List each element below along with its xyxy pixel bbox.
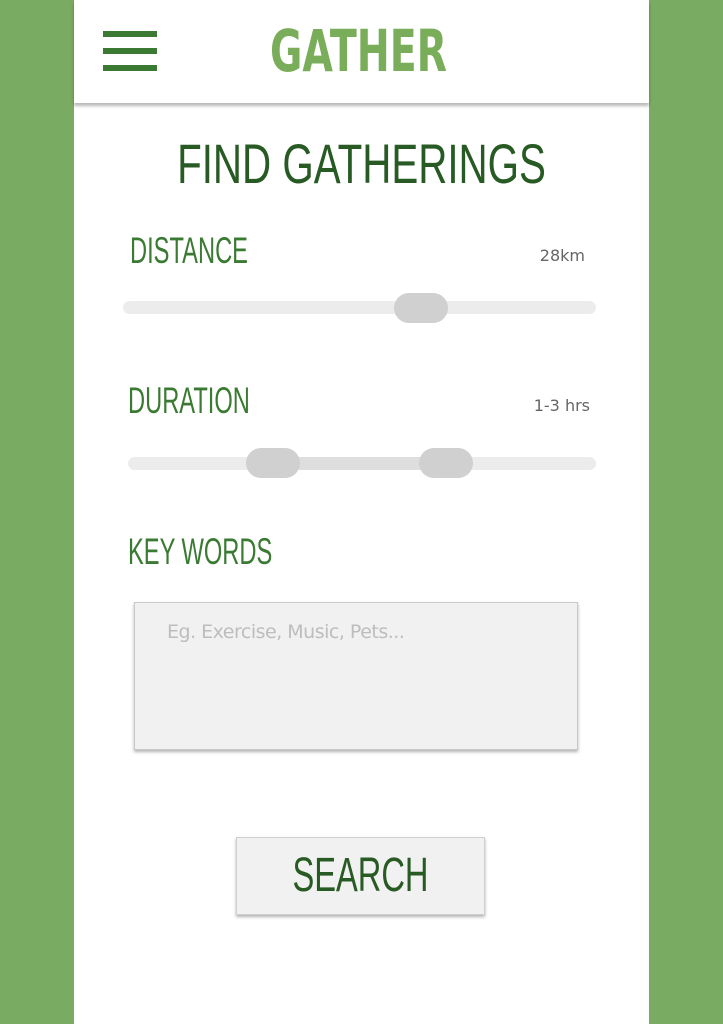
duration-value: 1-3 hrs [533, 396, 590, 415]
duration-min-thumb[interactable] [246, 448, 301, 478]
app-logo: GATHER [270, 17, 448, 85]
distance-slider-thumb[interactable] [393, 293, 448, 323]
app-screen: GATHER FIND GATHERINGS DISTANCE 28km DUR… [74, 0, 649, 1024]
menu-bar-line [103, 65, 157, 71]
duration-max-thumb[interactable] [419, 448, 474, 478]
distance-label: DISTANCE [130, 230, 248, 271]
distance-slider-track[interactable] [123, 301, 596, 314]
search-button-label: SEARCH [292, 849, 429, 902]
distance-value: 28km [539, 246, 585, 265]
page-title: FIND GATHERINGS [177, 132, 546, 195]
duration-label: DURATION [128, 380, 250, 421]
search-button[interactable]: SEARCH [236, 837, 485, 915]
keywords-label: KEY WORDS [128, 531, 273, 572]
top-bar: GATHER [74, 0, 649, 103]
menu-bar-line [103, 48, 157, 54]
hamburger-menu-icon[interactable] [103, 31, 157, 73]
menu-bar-line [103, 31, 157, 37]
keywords-input[interactable] [134, 602, 578, 750]
